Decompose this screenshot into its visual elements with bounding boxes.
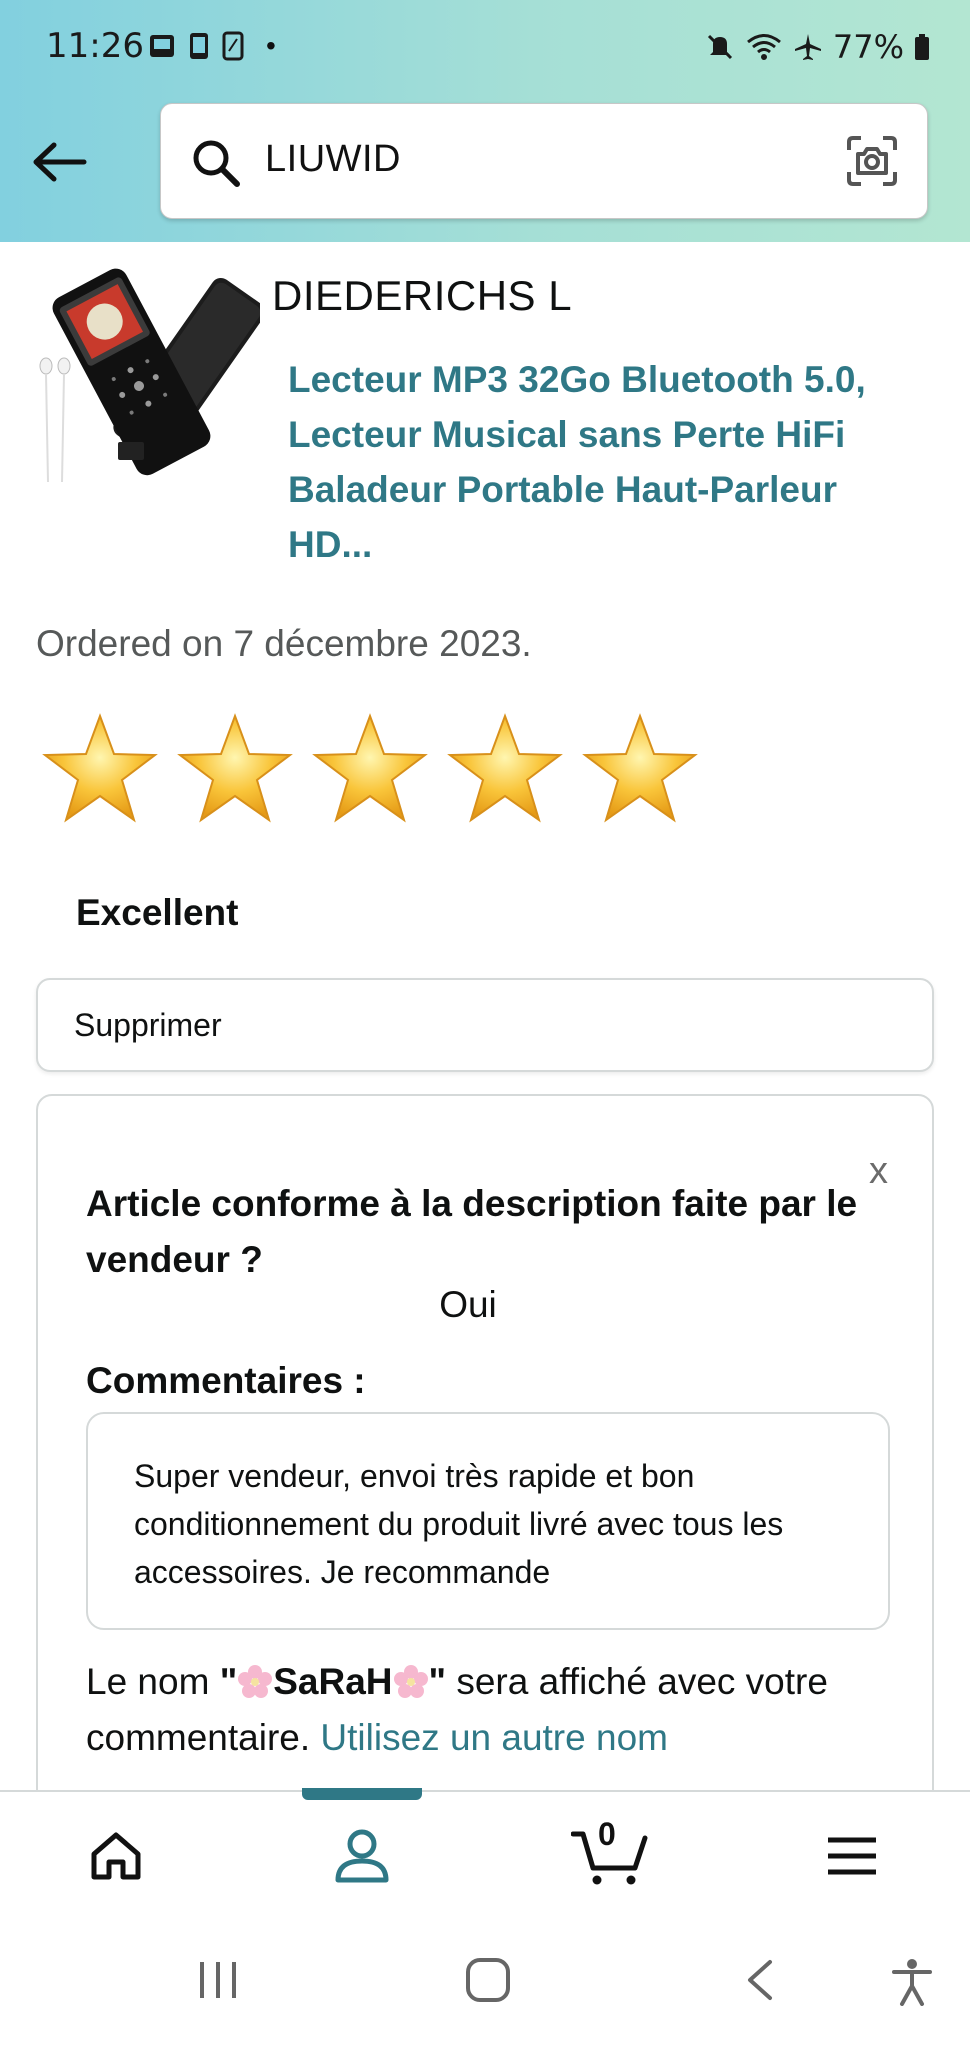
- seller-name: DIEDERICHS L: [272, 272, 573, 319]
- wifi-icon: [746, 34, 781, 60]
- star-icon[interactable]: [445, 710, 565, 830]
- home-icon[interactable]: [76, 1824, 156, 1888]
- rating-label: Excellent: [76, 892, 239, 933]
- mute-icon: [707, 34, 732, 60]
- recent-apps-icon[interactable]: [194, 1958, 242, 2007]
- status-dot: •: [266, 30, 276, 61]
- status-time: 11:26: [46, 26, 144, 66]
- comments-label: Commentaires :: [86, 1360, 366, 1401]
- battery-icon: [915, 34, 929, 60]
- battery-percent: 77%: [832, 28, 904, 66]
- star-icon[interactable]: [310, 710, 430, 830]
- display-nickname: SaRaH: [273, 1661, 393, 1702]
- search-query: LIUWID: [265, 138, 401, 180]
- product-title-link[interactable]: Lecteur MP3 32Go Bluetooth 5.0, Lecteur …: [288, 352, 888, 572]
- back-arrow-icon[interactable]: [28, 130, 92, 194]
- account-icon[interactable]: [322, 1824, 402, 1888]
- flower-icon: [393, 1665, 428, 1698]
- star-rating[interactable]: [40, 710, 700, 830]
- star-icon[interactable]: [175, 710, 295, 830]
- name-note-prefix: Le nom: [86, 1661, 220, 1702]
- comment-field[interactable]: Super vendeur, envoi très rapide et bon …: [86, 1412, 890, 1630]
- bottom-nav: 0: [0, 1788, 970, 1918]
- star-icon[interactable]: [40, 710, 160, 830]
- app-header: 11:26 • 77% LIUWID: [0, 0, 970, 242]
- notification-phone-icon: [190, 33, 208, 59]
- quote-open: ": [219, 1661, 238, 1702]
- active-tab-indicator: [302, 1788, 422, 1800]
- order-date: Ordered on 7 décembre 2023.: [36, 623, 532, 664]
- feedback-question: Article conforme à la description faite …: [86, 1183, 858, 1280]
- notification-app-icon: [150, 35, 174, 57]
- search-icon: [193, 140, 240, 187]
- accessibility-icon[interactable]: [890, 1958, 934, 2011]
- cart-icon[interactable]: 0: [566, 1816, 656, 1888]
- home-button-icon[interactable]: [464, 1958, 512, 2007]
- display-name-note: Le nom " SaRaH " sera affiché avec votre c…: [86, 1654, 926, 1766]
- system-navigation-bar: [0, 1918, 970, 2048]
- feedback-card: x Article conforme à la description fait…: [36, 1094, 934, 1814]
- search-input[interactable]: LIUWID: [160, 103, 928, 219]
- flower-icon: [238, 1665, 273, 1698]
- status-system-icons: 77%: [705, 28, 930, 66]
- quote-close: ": [428, 1661, 447, 1702]
- delete-button[interactable]: Supprimer: [36, 978, 934, 1072]
- back-button-icon[interactable]: [740, 1958, 780, 2007]
- product-image[interactable]: [34, 262, 266, 488]
- change-name-link[interactable]: Utilisez un autre nom: [320, 1717, 668, 1758]
- cart-count: 0: [598, 1816, 616, 1852]
- feedback-answer: Oui: [439, 1284, 497, 1325]
- airplane-icon: [794, 34, 821, 60]
- star-icon[interactable]: [580, 710, 700, 830]
- menu-icon[interactable]: [812, 1824, 892, 1888]
- status-notification-icons: •: [148, 30, 276, 62]
- camera-icon[interactable]: [845, 134, 899, 188]
- notification-tablet-icon: [222, 31, 244, 61]
